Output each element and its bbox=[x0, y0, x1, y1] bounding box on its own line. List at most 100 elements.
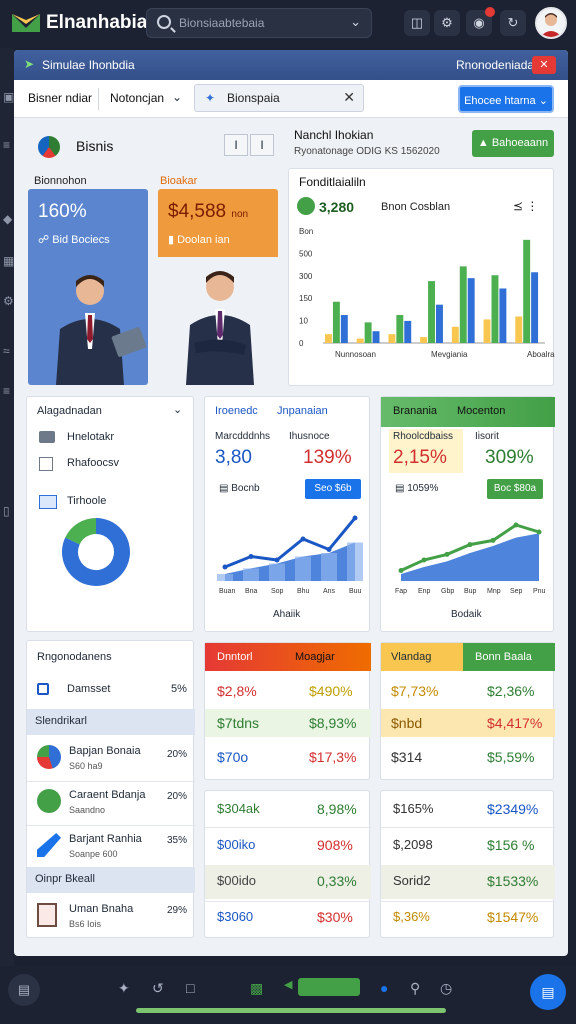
shield-icon[interactable]: ● bbox=[380, 980, 388, 996]
chevron-down-icon[interactable]: ⌄ bbox=[350, 14, 361, 30]
card-blue-footer: Ahaiik bbox=[273, 609, 301, 620]
notifications-icon[interactable]: ◉ bbox=[466, 7, 495, 36]
home-icon[interactable]: ▣ bbox=[3, 90, 14, 104]
tool-icon[interactable]: ⚙ bbox=[3, 294, 14, 308]
edit-icon[interactable]: ⚲ bbox=[410, 980, 420, 997]
chart-icon[interactable]: ≈ bbox=[3, 344, 10, 358]
mid-bottom-r2c2: 908% bbox=[317, 837, 353, 853]
right-top-r1c2: $2,36% bbox=[487, 683, 535, 699]
choose-button[interactable]: Ehocee htarna ⌄ bbox=[458, 85, 554, 113]
row-divider bbox=[27, 825, 195, 826]
pager-next-button[interactable]: I bbox=[250, 134, 274, 156]
mid-bottom-r1c1: $304ak bbox=[217, 801, 260, 816]
card-blue-tab-2[interactable]: Jnpanaian bbox=[277, 405, 328, 417]
bar bbox=[347, 542, 363, 581]
bar bbox=[523, 239, 531, 343]
search-icon bbox=[157, 15, 171, 29]
choose-button-label: Ehocee htarna bbox=[464, 95, 536, 107]
folder-icon[interactable]: ◫ bbox=[404, 10, 430, 36]
chevron-down-icon[interactable]: ⌄ bbox=[173, 403, 182, 416]
grid-icon[interactable]: ▦ bbox=[3, 254, 14, 268]
settings-icon[interactable]: ⚙ bbox=[434, 10, 460, 36]
area-series bbox=[401, 533, 539, 581]
card-blue-tab-1[interactable]: Iroenedc bbox=[215, 405, 258, 417]
bar bbox=[295, 556, 311, 581]
row-1-title[interactable]: Bapjan Bonaia bbox=[69, 745, 141, 757]
x-tick-label: Enp bbox=[418, 588, 431, 595]
lock-icon[interactable]: ◆ bbox=[3, 212, 12, 226]
x-tick-label: Bna bbox=[245, 588, 258, 595]
list-icon[interactable]: □ bbox=[186, 980, 194, 996]
chart-kpi-label: Bnon Cosblan bbox=[381, 201, 451, 213]
revenue-action-button[interactable]: ▲ Bahoeaann bbox=[472, 130, 554, 157]
bar bbox=[332, 301, 340, 343]
card-green-caption-text: 1059% bbox=[407, 483, 439, 494]
tile-growth[interactable]: 160% ☍ Bid Bociecs bbox=[28, 189, 148, 385]
bolt-icon[interactable]: ✦ bbox=[118, 980, 130, 997]
refresh-icon[interactable]: ↻ bbox=[500, 10, 526, 36]
x-tick-label: Sep bbox=[510, 588, 523, 595]
pager-prev-button[interactable]: I bbox=[224, 134, 248, 156]
allocation-item-2[interactable]: Rhafoocsv bbox=[67, 457, 119, 469]
chart-kpi-value: 3,280 bbox=[319, 199, 355, 215]
mid-table-top: Dnntorl Moagjar $2,8% $490% $7tdns $8,93… bbox=[204, 642, 371, 780]
search-input[interactable]: Bionsiaabtebaia ⌄ bbox=[146, 8, 372, 38]
row-4-pct: 29% bbox=[167, 905, 188, 916]
allocation-item-1[interactable]: Hnelotakr bbox=[67, 431, 114, 443]
card-blue-col2-label: Ihusnoce bbox=[289, 431, 330, 442]
close-button[interactable]: ✕ bbox=[532, 56, 556, 74]
group-header-2-label: Oinpr Bkeall bbox=[35, 873, 95, 885]
row-divider bbox=[381, 901, 555, 902]
allocation-item-3[interactable]: Tirhoole bbox=[67, 495, 106, 507]
right-bottom-r1c1: $165% bbox=[393, 801, 434, 816]
row-3-title[interactable]: Barjant Ranhia bbox=[69, 833, 142, 845]
y-tick-label: 150 bbox=[299, 294, 313, 303]
row-4-sub: Bs6 Iois bbox=[69, 919, 102, 929]
copy-icon[interactable]: ↺ bbox=[152, 980, 164, 997]
active-app-button[interactable] bbox=[298, 978, 360, 996]
tab-bar-icon[interactable]: ▮ bbox=[14, 90, 15, 106]
list-icon[interactable]: ≡ bbox=[3, 384, 10, 398]
card-blue-button[interactable]: Seo $6b bbox=[305, 479, 361, 499]
clock-icon[interactable]: ◷ bbox=[440, 980, 452, 997]
close-tab-icon[interactable]: ✕ bbox=[343, 89, 355, 106]
chart-menu-icon[interactable]: ⪯ ⋮ bbox=[513, 199, 538, 213]
row-2-title[interactable]: Caraent Bdanja bbox=[69, 789, 145, 801]
line-point bbox=[536, 529, 542, 535]
row-divider bbox=[381, 827, 555, 828]
x-tick-label: Mnp bbox=[487, 588, 501, 595]
bar bbox=[396, 315, 404, 343]
home-icon[interactable]: ▤ bbox=[8, 974, 40, 1006]
mid-bottom-r2c1: $00iko bbox=[217, 837, 256, 852]
right-top-r3c2: $5,59% bbox=[487, 749, 535, 765]
menu-icon[interactable]: ≡ bbox=[3, 138, 10, 152]
check-icon bbox=[297, 197, 315, 215]
summary-value: 5% bbox=[171, 683, 187, 695]
panel-icon[interactable]: ▯ bbox=[3, 504, 10, 518]
tile1-label: Bionnohon bbox=[34, 175, 87, 187]
mid-table-bottom: $304ak 8,98% $00iko 908% $00ido 0,33% $3… bbox=[204, 790, 371, 938]
tab-overview[interactable]: Bisner ndiar bbox=[28, 91, 92, 105]
save-icon[interactable]: ▤ bbox=[530, 974, 566, 1010]
card-green-tab-2[interactable]: Mocenton bbox=[457, 405, 505, 417]
bar-chart: Bon 500 300 150 10 0 Nunnosoan Mevgiania Aboalra… bbox=[299, 227, 555, 359]
bar bbox=[499, 288, 507, 343]
app-logo-icon[interactable] bbox=[12, 10, 40, 36]
mid-table-top-header-2: Moagjar bbox=[295, 651, 335, 663]
avatar[interactable] bbox=[535, 7, 567, 39]
card-green-tab-1[interactable]: Branania bbox=[393, 405, 437, 417]
row-4-title[interactable]: Uman Bnaha bbox=[69, 903, 133, 915]
tile-revenue[interactable]: $4,588 non ▮ Doolan ian bbox=[158, 189, 278, 385]
chevron-down-icon[interactable]: ⌄ bbox=[172, 90, 182, 104]
card-green-button[interactable]: Boc $80a bbox=[487, 479, 543, 499]
businessman-arms-crossed-illustration bbox=[186, 271, 254, 385]
tab-notifications[interactable]: Notoncjan bbox=[110, 91, 164, 105]
tab-active[interactable]: ✦ Bionspaia ✕ bbox=[194, 84, 364, 112]
y-tick-label: 300 bbox=[299, 272, 313, 281]
mid-bottom-r3c1: $00ido bbox=[217, 873, 257, 888]
chart-title: Fonditlaialiln bbox=[299, 175, 366, 189]
bottom-taskbar: ▤ ✦ ↺ □ ▩ ◀ ● ⚲ ◷ ▤ bbox=[0, 966, 576, 1024]
pen-icon bbox=[37, 833, 61, 857]
chat-icon[interactable]: ▩ bbox=[250, 980, 263, 997]
x-tick-label: Buan bbox=[219, 588, 235, 595]
